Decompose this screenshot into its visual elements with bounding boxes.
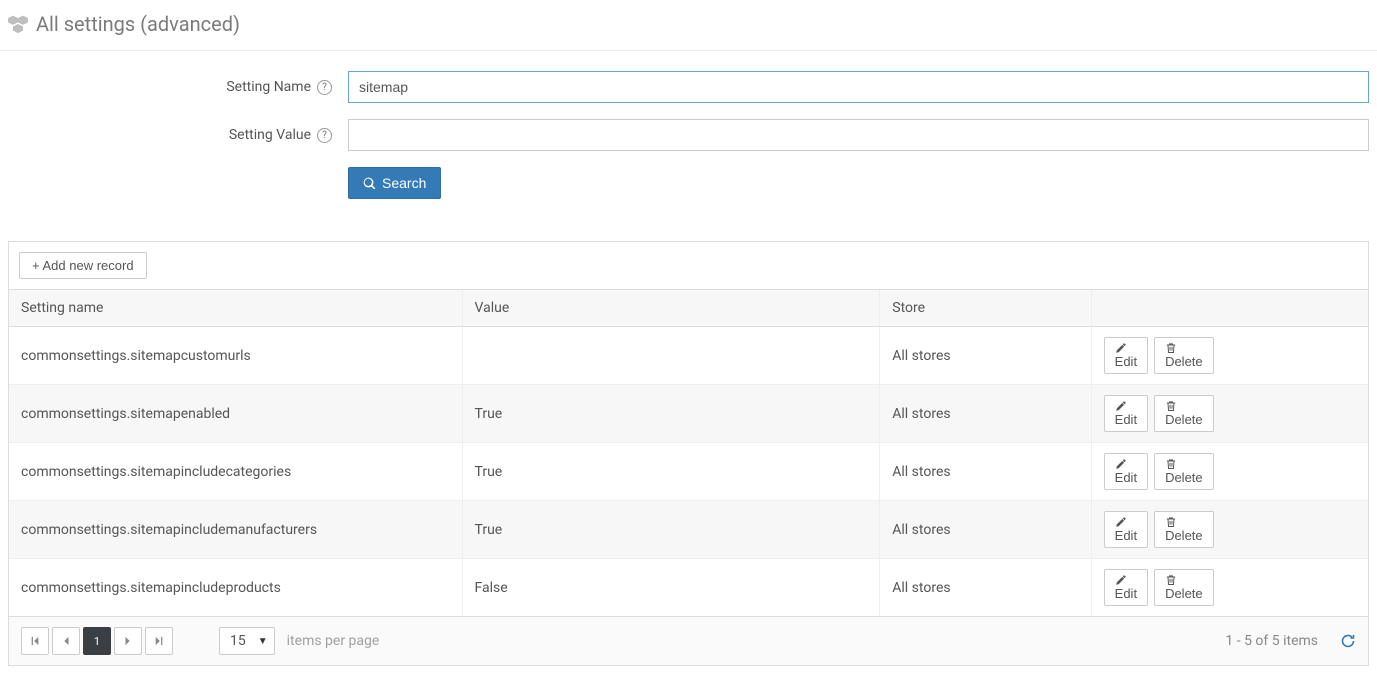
- setting-name-label: Setting Name: [226, 79, 311, 95]
- page-size-select[interactable]: 15 ▼: [219, 627, 275, 655]
- edit-button[interactable]: Edit: [1104, 337, 1148, 374]
- add-record-label: Add new record: [43, 258, 134, 273]
- cell-name: commonsettings.sitemapincludemanufacture…: [9, 501, 462, 559]
- cell-store: All stores: [880, 327, 1091, 385]
- edit-button[interactable]: Edit: [1104, 511, 1148, 548]
- delete-button[interactable]: Delete: [1154, 453, 1214, 490]
- settings-grid: + Add new record Setting name Value Stor…: [8, 241, 1369, 666]
- col-header-name[interactable]: Setting name: [9, 290, 462, 327]
- pencil-icon: [1115, 516, 1137, 528]
- cell-value: [462, 327, 880, 385]
- pager-info: 1 - 5 of 5 items: [1225, 633, 1318, 649]
- delete-button[interactable]: Delete: [1154, 395, 1214, 432]
- trash-icon: [1165, 342, 1203, 354]
- pencil-icon: [1115, 342, 1137, 354]
- cell-name: commonsettings.sitemapenabled: [9, 385, 462, 443]
- pencil-icon: [1115, 400, 1137, 412]
- col-header-store[interactable]: Store: [880, 290, 1091, 327]
- setting-value-input[interactable]: [348, 119, 1369, 151]
- delete-button[interactable]: Delete: [1154, 511, 1214, 548]
- pencil-icon: [1115, 458, 1137, 470]
- table-row: commonsettings.sitemapincludemanufacture…: [9, 501, 1368, 559]
- table-row: commonsettings.sitemapcustomurls All stor…: [9, 327, 1368, 385]
- cubes-icon: [8, 15, 28, 33]
- help-icon[interactable]: ?: [317, 128, 332, 143]
- cell-store: All stores: [880, 559, 1091, 617]
- items-per-page-label: items per page: [287, 633, 380, 649]
- cell-value: False: [462, 559, 880, 617]
- cell-store: All stores: [880, 501, 1091, 559]
- refresh-icon[interactable]: [1340, 633, 1356, 649]
- setting-name-input[interactable]: [348, 71, 1369, 103]
- cell-name: commonsettings.sitemapincludeproducts: [9, 559, 462, 617]
- help-icon[interactable]: ?: [317, 80, 332, 95]
- pencil-icon: [1115, 574, 1137, 586]
- table-row: commonsettings.sitemapincludecategoriesT…: [9, 443, 1368, 501]
- setting-value-label: Setting Value: [229, 127, 311, 143]
- edit-button[interactable]: Edit: [1104, 453, 1148, 490]
- page-header: All settings (advanced): [0, 0, 1377, 51]
- cell-store: All stores: [880, 385, 1091, 443]
- search-form: Setting Name ? Setting Value ? Search: [0, 51, 1377, 225]
- table-row: commonsettings.sitemapincludeproductsFal…: [9, 559, 1368, 617]
- delete-button[interactable]: Delete: [1154, 337, 1214, 374]
- trash-icon: [1165, 574, 1203, 586]
- cell-value: True: [462, 385, 880, 443]
- search-button-label: Search: [382, 175, 426, 191]
- pager-page-current[interactable]: 1: [83, 627, 111, 655]
- caret-down-icon: ▼: [258, 636, 268, 647]
- search-button[interactable]: Search: [348, 167, 441, 199]
- cell-store: All stores: [880, 443, 1091, 501]
- trash-icon: [1165, 400, 1203, 412]
- delete-button[interactable]: Delete: [1154, 569, 1214, 606]
- edit-button[interactable]: Edit: [1104, 569, 1148, 606]
- table-row: commonsettings.sitemapenabledTrueAll sto…: [9, 385, 1368, 443]
- col-header-actions: [1091, 290, 1368, 327]
- edit-button[interactable]: Edit: [1104, 395, 1148, 432]
- add-record-button[interactable]: + Add new record: [19, 252, 147, 279]
- trash-icon: [1165, 458, 1203, 470]
- search-icon: [363, 177, 376, 190]
- pager: 1 15 ▼ items per page 1 - 5 of 5 items: [9, 616, 1368, 665]
- pager-first-button[interactable]: [21, 627, 49, 655]
- page-size-value: 15: [230, 633, 246, 649]
- cell-value: True: [462, 501, 880, 559]
- cell-name: commonsettings.sitemapincludecategories: [9, 443, 462, 501]
- trash-icon: [1165, 516, 1203, 528]
- cell-value: True: [462, 443, 880, 501]
- col-header-value[interactable]: Value: [462, 290, 880, 327]
- plus-icon: +: [32, 258, 40, 273]
- pager-prev-button[interactable]: [52, 627, 80, 655]
- pager-next-button[interactable]: [114, 627, 142, 655]
- page-title: All settings (advanced): [36, 12, 240, 36]
- cell-name: commonsettings.sitemapcustomurls: [9, 327, 462, 385]
- pager-last-button[interactable]: [145, 627, 173, 655]
